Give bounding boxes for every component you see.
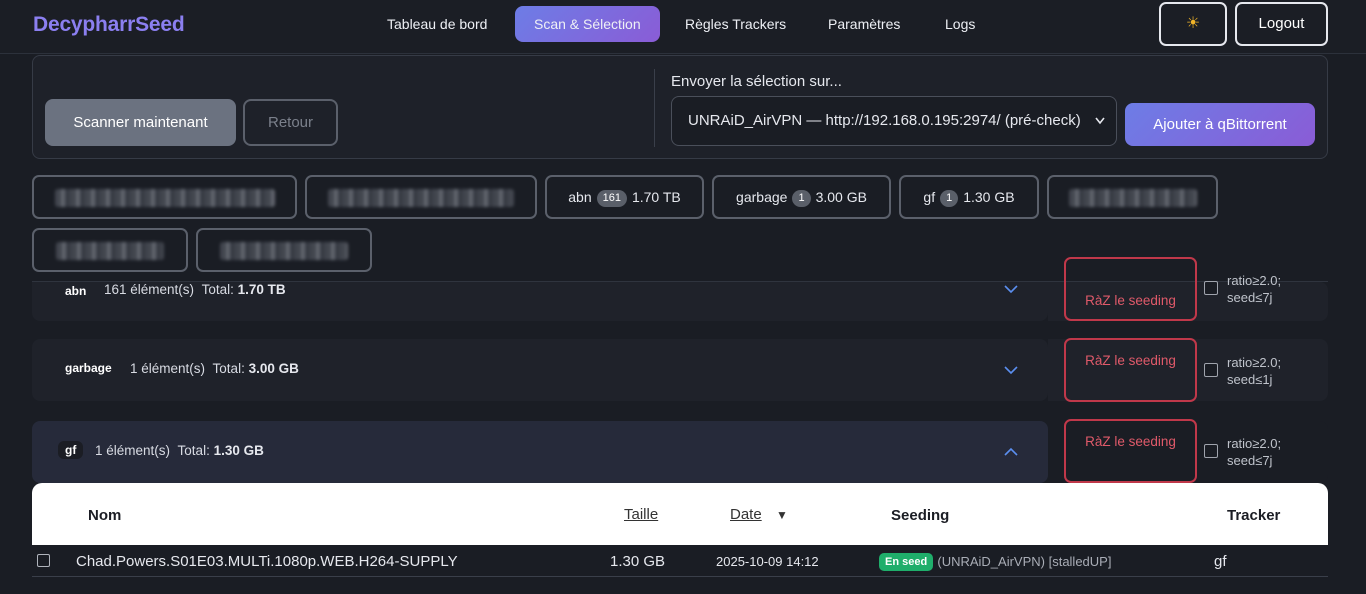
col-header-tracker[interactable]: Tracker [1227, 507, 1280, 524]
rule-text: ratio≥2.0; seed≤7j [1227, 436, 1282, 468]
redacted-text [328, 189, 514, 208]
brand-logo[interactable]: DecypharrSeed [33, 13, 185, 37]
nav-scan-selection[interactable]: Scan & Sélection [515, 6, 660, 42]
group-row-garbage[interactable]: garbage 1 élément(s) Total: 3.00 GB [32, 339, 1048, 401]
cell-tracker: gf [1214, 553, 1227, 570]
category-chip-abn[interactable]: abn 161 1.70 TB [545, 175, 704, 219]
scan-now-button[interactable]: Scanner maintenant [45, 99, 236, 146]
nav-logs[interactable]: Logs [926, 6, 994, 42]
redacted-text [54, 189, 275, 208]
chevron-up-icon [1004, 447, 1018, 456]
nav-tracker-rules[interactable]: Règles Trackers [666, 6, 805, 42]
cell-date: 2025-10-09 14:12 [716, 554, 819, 569]
cell-size: 1.30 GB [610, 553, 666, 570]
group-tag: abn [65, 284, 87, 298]
group-tag: gf [58, 441, 84, 459]
rule-checkbox[interactable] [1204, 444, 1218, 458]
category-chip-redacted[interactable] [196, 228, 372, 272]
cell-name: Chad.Powers.S01E03.MULTi.1080p.WEB.H264-… [76, 553, 458, 570]
category-chip-redacted[interactable] [32, 175, 297, 219]
redacted-text [220, 242, 348, 261]
row-checkbox[interactable] [37, 554, 50, 567]
group-row-abn[interactable]: abn 161 élément(s) Total: 1.70 TB [32, 282, 1048, 321]
send-target-label: Envoyer la sélection sur... [671, 73, 842, 90]
group-summary: 1 élément(s) Total: 1.30 GB [95, 443, 264, 458]
sort-desc-icon: ▼ [776, 508, 788, 522]
table-header: Nom Taille Date ▼ Seeding Tracker [32, 483, 1328, 545]
group-tag: garbage [65, 361, 112, 375]
redacted-text [56, 242, 164, 261]
cell-seeding: En seed (UNRAiD_AirVPN) [stalledUP] [879, 553, 1111, 571]
divider [654, 69, 655, 147]
scan-controls-panel: Scanner maintenant Retour Envoyer la sél… [32, 55, 1328, 159]
chevron-down-icon [1004, 366, 1018, 375]
send-target-select[interactable]: UNRAiD_AirVPN — http://192.168.0.195:297… [671, 96, 1117, 146]
nav-dashboard[interactable]: Tableau de bord [368, 6, 506, 42]
reset-seeding-button[interactable]: RàZ le seeding [1064, 257, 1197, 321]
chevron-down-icon [1004, 285, 1018, 294]
category-chip-redacted[interactable] [32, 228, 188, 272]
category-chip-gf[interactable]: gf 1 1.30 GB [899, 175, 1039, 219]
top-bar: DecypharrSeed Tableau de bord Scan & Sél… [0, 0, 1366, 54]
count-badge: 161 [596, 190, 627, 207]
category-chip-redacted[interactable] [1047, 175, 1218, 219]
group-summary: 1 élément(s) Total: 3.00 GB [130, 361, 299, 376]
redacted-text [1068, 189, 1197, 208]
rule-checkbox[interactable] [1204, 363, 1218, 377]
logout-button[interactable]: Logout [1235, 2, 1328, 46]
back-button[interactable]: Retour [243, 99, 338, 146]
rule-text: ratio≥2.0; seed≤1j [1227, 355, 1282, 387]
reset-seeding-button[interactable]: RàZ le seeding [1064, 338, 1197, 402]
rule-checkbox[interactable] [1204, 281, 1218, 295]
seeding-info: (UNRAiD_AirVPN) [stalledUP] [937, 554, 1112, 569]
group-summary: 161 élément(s) Total: 1.70 TB [104, 282, 286, 297]
reset-seeding-button[interactable]: RàZ le seeding [1064, 419, 1197, 483]
count-badge: 1 [940, 190, 959, 207]
send-target-value: UNRAiD_AirVPN — http://192.168.0.195:297… [688, 112, 1081, 129]
group-row-gf[interactable]: gf 1 élément(s) Total: 1.30 GB [32, 421, 1048, 483]
col-header-date[interactable]: Date [730, 506, 762, 523]
sun-icon: ☀ [1185, 15, 1201, 32]
col-header-size[interactable]: Taille [624, 506, 658, 523]
rule-text: ratio≥2.0; seed≤7j [1227, 273, 1282, 305]
seeding-status-badge: En seed [879, 553, 934, 571]
nav-settings[interactable]: Paramètres [809, 6, 919, 42]
col-header-name[interactable]: Nom [88, 507, 121, 524]
category-chip-redacted[interactable] [305, 175, 537, 219]
col-header-seeding[interactable]: Seeding [891, 507, 949, 524]
category-chip-garbage[interactable]: garbage 1 3.00 GB [712, 175, 891, 219]
count-badge: 1 [792, 190, 811, 207]
theme-toggle-button[interactable]: ☀ [1159, 2, 1227, 46]
add-to-qbittorrent-button[interactable]: Ajouter à qBittorrent [1125, 103, 1315, 146]
table-row: Chad.Powers.S01E03.MULTi.1080p.WEB.H264-… [32, 545, 1328, 577]
chevron-down-icon [1090, 97, 1110, 145]
